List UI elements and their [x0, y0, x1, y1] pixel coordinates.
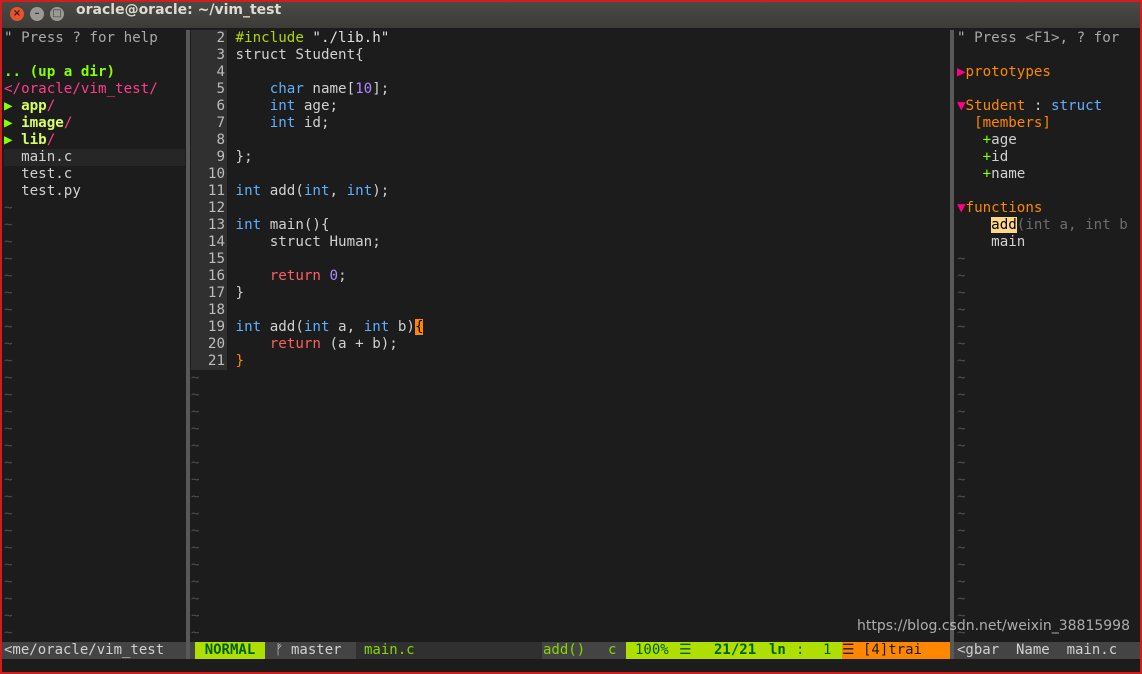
empty-line-markers: ~ ~ ~ ~ ~ ~ ~ ~ ~ ~ ~ ~ ~ ~ ~ ~ ~ ~ ~ ~ …	[4, 200, 13, 641]
title-bar: × – □ oracle@oracle: ~/vim_test	[2, 2, 1140, 28]
members-label: [members]	[974, 115, 1051, 131]
tag-function-add[interactable]: add(int a, int b	[957, 217, 1140, 234]
up-dir-item[interactable]: .. (up a dir)	[4, 64, 185, 81]
minimize-window-button[interactable]: –	[30, 7, 44, 21]
line-number: 12	[191, 200, 227, 217]
line-number: 20	[191, 336, 227, 353]
terminal-window: × – □ oracle@oracle: ~/vim_test " Press …	[0, 0, 1142, 674]
tag-member[interactable]: +name	[957, 166, 1140, 183]
whitespace-warning: ☰ [4]trai	[842, 642, 950, 659]
tag-struct-student[interactable]: ▼Student : struct	[957, 98, 1140, 115]
close-window-button[interactable]: ×	[10, 7, 24, 21]
line-number: 21	[191, 353, 227, 370]
current-function: add()	[543, 642, 586, 658]
matching-brace: }	[235, 353, 245, 369]
split-separator[interactable]	[950, 30, 954, 642]
tag-member[interactable]: +id	[957, 149, 1140, 166]
git-branch: master	[291, 642, 342, 658]
scroll-percent: 100%	[635, 642, 669, 658]
tree-file-main-c[interactable]: main.c	[4, 149, 185, 166]
line-number: 9	[191, 149, 227, 166]
maximize-window-button[interactable]: □	[50, 7, 64, 21]
nerdtree-help: " Press ? for help	[4, 30, 158, 46]
line-number: 11	[191, 183, 227, 200]
watermark: https://blog.csdn.net/weixin_38815998	[856, 618, 1130, 634]
collapsed-arrow-icon: ▶	[957, 64, 966, 80]
line-number: 10	[191, 166, 227, 183]
line-number: 7	[191, 115, 227, 132]
tree-dir-lib[interactable]: ▶ lib/	[4, 132, 185, 149]
split-separator[interactable]	[186, 30, 190, 642]
file-name: main.c	[364, 642, 415, 658]
lines-icon: ☰	[679, 642, 692, 658]
line-number: 14	[191, 234, 227, 251]
line-number: 2	[191, 30, 227, 47]
tag-member[interactable]: +age	[957, 132, 1140, 149]
mode-indicator: NORMAL	[195, 642, 265, 659]
expanded-arrow-icon: ▼	[957, 200, 966, 216]
empty-line-markers: ~ ~ ~ ~ ~ ~ ~ ~ ~ ~ ~ ~ ~ ~ ~ ~	[191, 370, 200, 641]
tree-file-test-py[interactable]: test.py	[4, 183, 185, 200]
tag-function-main[interactable]: main	[957, 234, 1140, 251]
line-number: 18	[191, 302, 227, 319]
nerdtree-status: <me/oracle/vim_test	[4, 642, 185, 659]
line-number: 4	[191, 64, 227, 81]
window-title: oracle@oracle: ~/vim_test	[76, 2, 282, 18]
line-number: 8	[191, 132, 227, 149]
dir-arrow-icon: ▶	[4, 98, 13, 114]
status-line: <me/oracle/vim_test NORMAL ᚠ master main…	[2, 642, 1140, 659]
empty-line-markers: ~ ~ ~ ~ ~ ~ ~ ~ ~ ~ ~ ~ ~ ~ ~ ~ ~ ~ ~ ~ …	[957, 251, 966, 641]
line-number: 3	[191, 47, 227, 64]
vim-editor[interactable]: " Press ? for help .. (up a dir) </oracl…	[2, 28, 1140, 672]
branch-icon: ᚠ	[275, 642, 284, 658]
line-number: 13	[191, 217, 227, 234]
tagbar-pane[interactable]: " Press <F1>, ? for ▶prototypes ▼Student…	[957, 30, 1140, 642]
cursor-column: 1	[823, 642, 832, 658]
line-number: 17	[191, 285, 227, 302]
cwd-path[interactable]: </oracle/vim_test/	[4, 81, 185, 98]
tree-dir-image[interactable]: ▶ image/	[4, 115, 185, 132]
tag-group-functions[interactable]: ▼functions	[957, 200, 1140, 217]
nerdtree-pane[interactable]: " Press ? for help .. (up a dir) </oracl…	[4, 30, 185, 642]
cursor-position: 21/21	[714, 642, 757, 658]
tree-dir-app[interactable]: ▶ app/	[4, 98, 185, 115]
tagbar-status: <gbar Name main.c	[957, 642, 1140, 659]
code-pane[interactable]: 2 #include "./lib.h" 3 struct Student{ 4…	[191, 30, 948, 642]
dir-arrow-icon: ▶	[4, 115, 13, 131]
tagbar-help: " Press <F1>, ? for	[957, 30, 1120, 46]
file-type: c	[608, 642, 617, 658]
line-number: 6	[191, 98, 227, 115]
expanded-arrow-icon: ▼	[957, 98, 966, 114]
line-number: 16	[191, 268, 227, 285]
dir-arrow-icon: ▶	[4, 132, 13, 148]
tag-group-prototypes[interactable]: ▶prototypes	[957, 64, 1140, 81]
line-number: 19	[191, 319, 227, 336]
line-number: 15	[191, 251, 227, 268]
line-number: 5	[191, 81, 227, 98]
tree-file-test-c[interactable]: test.c	[4, 166, 185, 183]
ln-label: ln	[769, 642, 786, 658]
text-cursor: {	[414, 319, 424, 335]
